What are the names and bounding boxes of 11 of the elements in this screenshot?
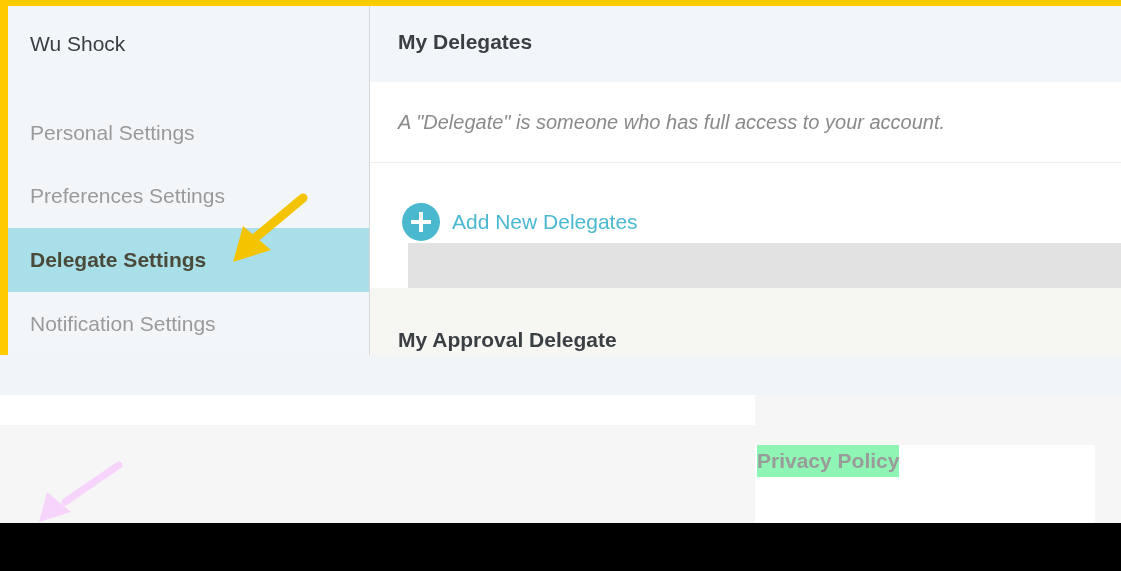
section-header: My Delegates (370, 6, 1121, 82)
sidebar-item[interactable]: Preferences Settings (8, 164, 369, 228)
sidebar-item[interactable]: Personal Settings (8, 101, 369, 165)
plus-icon (402, 203, 440, 242)
privacy-policy-link[interactable]: Privacy Policy (757, 445, 900, 477)
description-text: A "Delegate" is someone who has full access to your account. (370, 81, 1121, 164)
section-header: My Approval Delegate (370, 287, 1121, 355)
add-delegate-link[interactable]: Add New Delegates (402, 203, 638, 242)
user-name: Wu Shock (29, 31, 127, 57)
sidebar-item[interactable]: Delegate Settings (8, 227, 369, 292)
sidebar-item[interactable]: Notification Settings (8, 291, 369, 355)
